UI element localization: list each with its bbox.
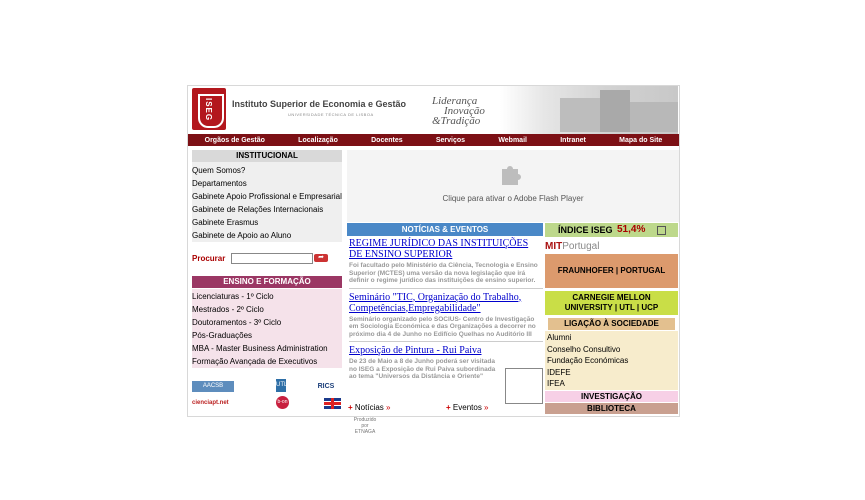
institucional-list: Quem Somos? Departamentos Gabinete Apoio… <box>192 162 342 242</box>
indice-iseg-box[interactable]: ÍNDICE ISEG 51,4% <box>545 223 678 237</box>
menu-item[interactable]: Alumni <box>545 332 678 344</box>
news-divider <box>349 287 543 289</box>
portugal-text: Portugal <box>562 241 600 252</box>
institution-name: Instituto Superior de Economia e Gestão <box>232 99 407 109</box>
search-label: Procurar <box>192 254 226 263</box>
menu-item[interactable]: Formação Avançada de Executivos <box>192 355 342 368</box>
site-header: ISEG Instituto Superior de Economia e Ge… <box>188 86 679 134</box>
puzzle-icon <box>502 166 521 185</box>
nav-localizacao[interactable]: Localização <box>298 137 338 144</box>
page-frame: ISEG Instituto Superior de Economia e Ge… <box>187 85 680 435</box>
search-go-button[interactable]: ➦ <box>314 254 328 262</box>
menu-item[interactable]: Gabinete de Apoio ao Aluno <box>192 229 342 242</box>
building-block <box>600 90 630 132</box>
menu-item[interactable]: Doutoramentos - 3º Ciclo <box>192 316 342 329</box>
menu-item[interactable]: Fundação Económicas <box>545 355 678 367</box>
more-news-link[interactable]: + Notícias » <box>348 403 391 412</box>
iseg-logo[interactable]: ISEG <box>192 88 226 130</box>
event-thumbnail[interactable] <box>505 368 543 404</box>
double-arrow-icon: » <box>386 403 391 412</box>
building-photo <box>500 86 678 134</box>
more-events-label: Eventos <box>452 403 482 412</box>
nav-servicos[interactable]: Serviços <box>436 137 465 144</box>
institution-subtitle: UNIVERSIDADE TÉCNICA DE LISBOA <box>288 112 374 117</box>
double-arrow-icon: » <box>484 403 489 412</box>
carnegie-mellon-box[interactable]: CARNEGIE MELLON UNIVERSITY | UTL | UCP <box>545 291 678 315</box>
fraunhofer-box[interactable]: FRAUNHOFER | PORTUGAL <box>545 254 678 288</box>
b-on-logo[interactable]: b-on <box>276 396 289 409</box>
produced-line: ETNAGA <box>354 429 376 435</box>
news-description: De 23 de Maio a 8 de Junho poderá ser vi… <box>349 358 496 380</box>
menu-item[interactable]: Gabinete de Relações Internacionais <box>192 203 342 216</box>
news-title-link[interactable]: REGIME JURÍDICO DAS INSTITUIÇÕES DE ENSI… <box>349 238 543 260</box>
menu-item[interactable]: IFEA <box>545 378 678 390</box>
cienciapt-logo[interactable]: cienciapt.net <box>192 398 248 409</box>
cmu-line: CARNEGIE MELLON <box>572 293 651 302</box>
cmu-line: UNIVERSITY | UTL | UCP <box>564 303 659 312</box>
news-item: REGIME JURÍDICO DAS INSTITUIÇÕES DE ENSI… <box>349 238 543 285</box>
motto-line: &Tradição <box>432 115 481 127</box>
menu-item[interactable]: Mestrados - 2º Ciclo <box>192 303 342 316</box>
aacsb-logo[interactable]: AACSB <box>192 381 234 392</box>
menu-item[interactable]: IDEFE <box>545 367 678 379</box>
menu-item[interactable]: Quem Somos? <box>192 164 342 177</box>
nav-orgaos[interactable]: Orgãos de Gestão <box>205 137 265 144</box>
menu-item[interactable]: MBA - Master Business Administration <box>192 342 342 355</box>
news-divider <box>349 341 543 342</box>
menu-item[interactable]: Conselho Consultivo <box>545 344 678 356</box>
institucional-heading: INSTITUCIONAL <box>192 150 342 162</box>
more-news-label: Notícias <box>354 403 384 412</box>
news-title-link[interactable]: Seminário "TIC, Organização do Trabalho,… <box>349 292 543 314</box>
nav-mapa[interactable]: Mapa do Site <box>619 137 662 144</box>
menu-item[interactable]: Gabinete Apoio Profissional e Empresaria… <box>192 190 342 203</box>
rics-logo[interactable]: RICS <box>310 381 342 392</box>
news-title-link[interactable]: Exposição de Pintura - Rui Paiva <box>349 345 543 356</box>
flash-message: Clique para ativar o Adobe Flash Player <box>442 194 584 203</box>
ensino-heading: ENSINO E FORMAÇÃO <box>192 276 342 288</box>
utl-logo[interactable]: UTL <box>276 379 287 392</box>
menu-item[interactable]: Departamentos <box>192 177 342 190</box>
nav-intranet[interactable]: Intranet <box>560 137 586 144</box>
flash-placeholder[interactable]: Clique para ativar o Adobe Flash Player <box>347 150 679 222</box>
news-heading: NOTÍCIAS & EVENTOS <box>347 223 543 236</box>
news-description: Foi facultado pelo Ministério da Ciência… <box>349 262 538 284</box>
plus-icon: + <box>348 403 353 412</box>
menu-item[interactable]: Licenciaturas - 1º Ciclo <box>192 290 342 303</box>
nav-docentes[interactable]: Docentes <box>371 137 403 144</box>
news-item: Seminário "TIC, Organização do Trabalho,… <box>349 292 543 339</box>
main-nav: Orgãos de Gestão Localização Docentes Se… <box>188 134 679 146</box>
building-block <box>630 102 678 132</box>
investigacao-link[interactable]: INVESTIGAÇÃO <box>545 391 678 402</box>
uk-flag-icon[interactable] <box>324 398 341 409</box>
ligacao-list: Alumni Conselho Consultivo Fundação Econ… <box>545 331 678 390</box>
plus-icon: + <box>446 403 451 412</box>
mit-portugal-logo[interactable]: MITPortugal <box>545 240 678 253</box>
news-description: Seminário organizado pelo SOCIUS- Centro… <box>349 315 536 338</box>
mit-text: MIT <box>545 241 563 252</box>
external-link-icon <box>657 226 666 235</box>
ensino-list: Licenciaturas - 1º Ciclo Mestrados - 2º … <box>192 289 342 368</box>
logo-text: ISEG <box>204 98 213 122</box>
building-block <box>560 98 600 132</box>
search-input[interactable] <box>231 253 313 264</box>
institucional-panel: INSTITUCIONAL Quem Somos? Departamentos … <box>192 150 342 242</box>
indice-value: 51,4% <box>617 224 646 235</box>
produced-by[interactable]: Produzido por ETNAGA <box>347 417 383 435</box>
menu-item[interactable]: Pós-Graduações <box>192 329 342 342</box>
motto: Liderança Inovação &Tradição <box>432 96 485 127</box>
nav-webmail[interactable]: Webmail <box>498 137 527 144</box>
news-list: REGIME JURÍDICO DAS INSTITUIÇÕES DE ENSI… <box>349 238 543 381</box>
flag-cross-v <box>331 398 334 409</box>
search-bar: Procurar ➦ <box>192 252 342 266</box>
biblioteca-link[interactable]: BIBLIOTECA <box>545 403 678 414</box>
partner-logos: AACSB UTL RICS cienciapt.net b-on <box>192 377 342 413</box>
menu-item[interactable]: Gabinete Erasmus <box>192 216 342 229</box>
indice-label: ÍNDICE ISEG <box>558 225 613 235</box>
more-events-link[interactable]: + Eventos » <box>446 403 489 412</box>
ligacao-heading: LIGAÇÃO À SOCIEDADE <box>548 318 675 330</box>
